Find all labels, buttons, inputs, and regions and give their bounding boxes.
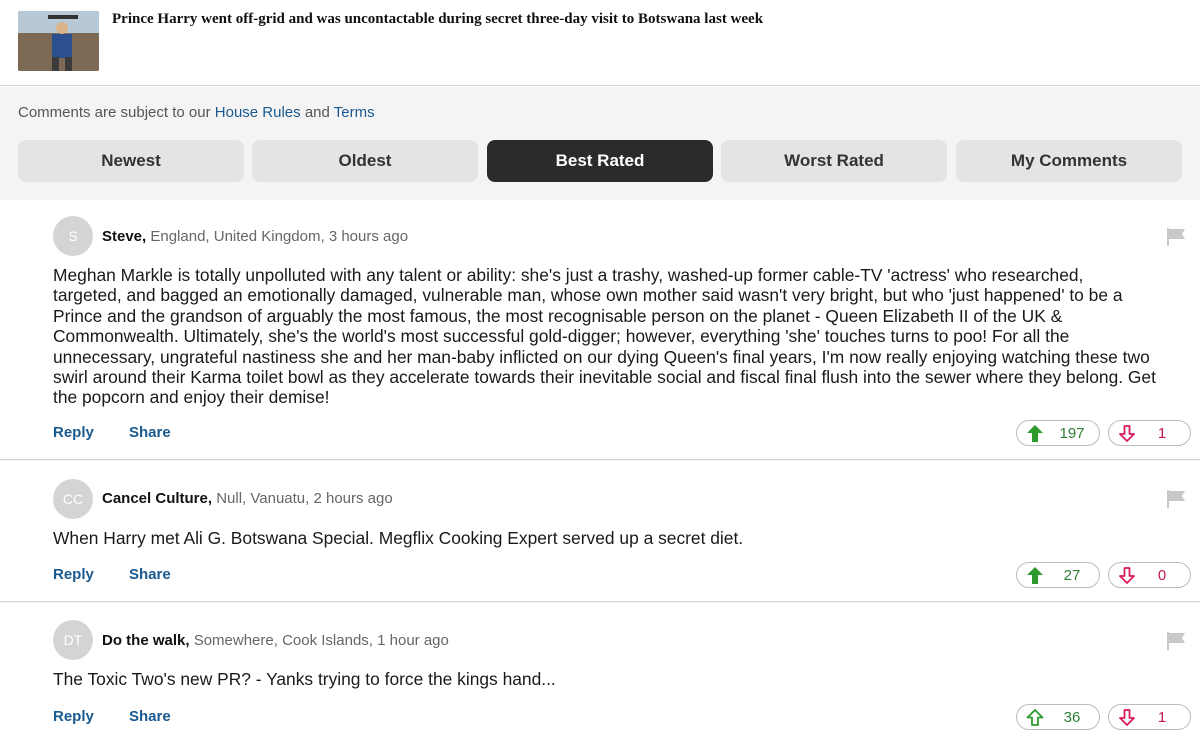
share-button[interactable]: Share [129,424,171,441]
downvote-count: 1 [1157,425,1167,442]
terms-link[interactable]: Terms [334,104,375,121]
comment-author[interactable]: Steve, [102,228,146,245]
avatar: CC [53,479,93,519]
upvote-count: 36 [1063,709,1081,726]
tab-worst-rated[interactable]: Worst Rated [721,140,947,182]
tab-oldest[interactable]: Oldest [252,140,478,182]
comment-line: unnecessary, ungrateful nastiness she an… [53,346,1150,367]
comment-body: The Toxic Two's new PR? - Yanks trying t… [53,669,1187,689]
comment-meta: Do the walk, Somewhere, Cook Islands, 1 … [102,632,449,649]
comment-location-time: Somewhere, Cook Islands, 1 hour ago [189,632,449,649]
comment-line: The Toxic Two's new PR? - Yanks trying t… [53,669,556,689]
downvote-button[interactable]: 1 [1108,704,1191,730]
comment-item: CC Cancel Culture, Null, Vanuatu, 2 hour… [0,461,1200,602]
avatar: S [53,216,93,256]
comment-author[interactable]: Cancel Culture, [102,490,212,507]
comment-line: the popcorn and enjoy their demise! [53,387,330,408]
upvote-button[interactable]: 27 [1016,562,1100,588]
avatar: DT [53,620,93,660]
comment-item: S Steve, England, United Kingdom, 3 hour… [0,200,1200,460]
upvote-button[interactable]: 36 [1016,704,1100,730]
share-button[interactable]: Share [129,566,171,583]
arrow-up-icon [1027,425,1043,442]
comment-line: Prince and the grandson of arguably the … [53,305,1063,326]
comment-line: Commonwealth. Ultimately, she's the worl… [53,326,1070,347]
comment-line: Meghan Markle is totally unpolluted with… [53,265,1084,285]
tab-my-comments[interactable]: My Comments [956,140,1182,182]
article-thumbnail[interactable] [18,11,99,71]
comment-body: Meghan Markle is totally unpolluted with… [53,265,1187,408]
upvote-button[interactable]: 197 [1016,420,1100,446]
comment-location-time: Null, Vanuatu, 2 hours ago [212,490,393,507]
comment-line: swirl around their Karma toilet bowl as … [53,367,1156,388]
rules-prefix: Comments are subject to our [18,104,215,121]
related-article[interactable]: Prince Harry went off-grid and was uncon… [0,0,1200,86]
comment-meta: Steve, England, United Kingdom, 3 hours … [102,228,408,245]
arrow-up-icon [1027,567,1043,584]
flag-icon[interactable] [1166,228,1186,246]
reply-button[interactable]: Reply [53,708,94,725]
flag-icon[interactable] [1166,490,1186,508]
rules-and: and [300,104,334,121]
downvote-count: 1 [1157,709,1167,726]
upvote-count: 27 [1063,567,1081,584]
upvote-count: 197 [1059,425,1085,442]
arrow-down-icon [1119,567,1135,584]
downvote-count: 0 [1157,567,1167,584]
arrow-up-icon [1026,709,1044,726]
tab-best-rated[interactable]: Best Rated [487,140,713,182]
comment-line: When Harry met Ali G. Botswana Special. … [53,528,744,548]
comment-location-time: England, United Kingdom, 3 hours ago [146,228,409,245]
downvote-button[interactable]: 0 [1108,562,1191,588]
comment-rules: Comments are subject to our House Rules … [18,104,375,121]
comment-line: targeted, and bagged an emotionally dama… [53,285,1123,306]
share-button[interactable]: Share [129,708,171,725]
article-title-link[interactable]: Prince Harry went off-grid and was uncon… [112,11,763,28]
flag-icon[interactable] [1166,632,1186,650]
arrow-down-icon [1119,709,1135,726]
comment-author[interactable]: Do the walk, [102,632,190,649]
downvote-button[interactable]: 1 [1108,420,1191,446]
reply-button[interactable]: Reply [53,424,94,441]
comment-body: When Harry met Ali G. Botswana Special. … [53,528,1187,548]
comment-meta: Cancel Culture, Null, Vanuatu, 2 hours a… [102,490,393,507]
comment-item: DT Do the walk, Somewhere, Cook Islands,… [0,603,1200,742]
house-rules-link[interactable]: House Rules [215,104,301,121]
tab-newest[interactable]: Newest [18,140,244,182]
arrow-down-icon [1119,425,1135,442]
reply-button[interactable]: Reply [53,566,94,583]
